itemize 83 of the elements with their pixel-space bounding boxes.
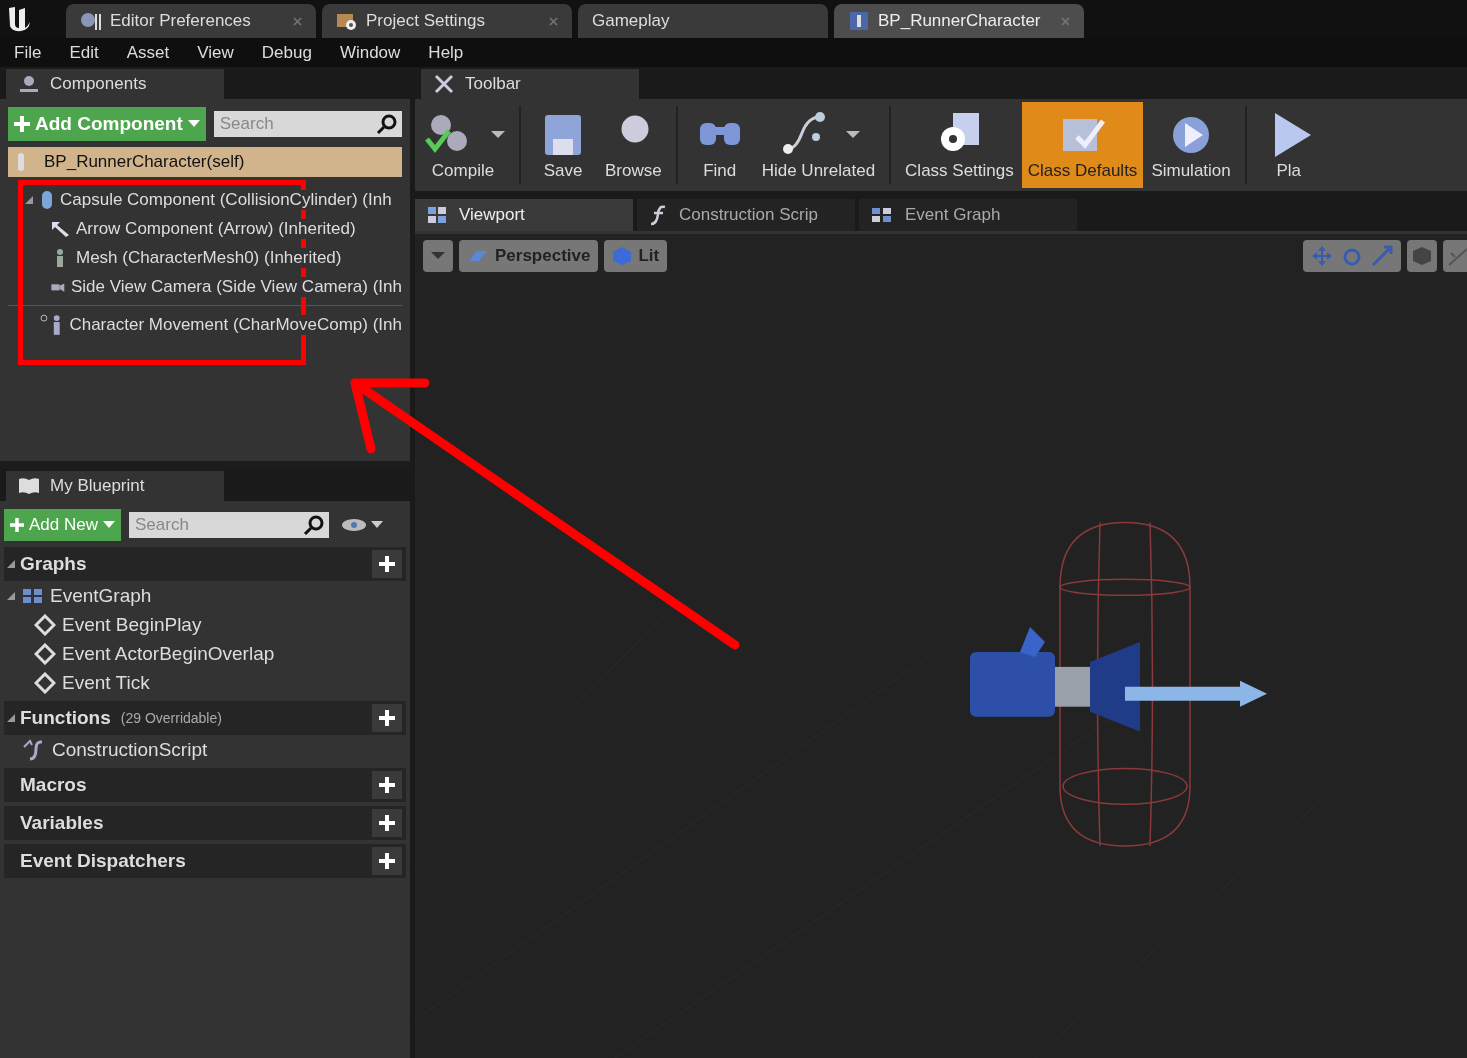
transform-toolbar[interactable] [1303, 240, 1401, 272]
menu-item[interactable]: View [183, 42, 248, 63]
cube-icon [612, 246, 633, 266]
graph-icon [871, 207, 893, 223]
diamond-icon [34, 642, 56, 665]
caret-icon [431, 252, 445, 260]
toolbar-button[interactable]: Find [685, 102, 754, 188]
tree-item[interactable]: Mesh (CharacterMesh0) (Inherited) [8, 243, 402, 272]
menu-item[interactable]: File [14, 42, 56, 63]
components-icon [18, 74, 40, 94]
toolbar-button[interactable]: Browse [599, 102, 668, 188]
panel-tab[interactable]: Components [6, 69, 224, 99]
editor-tab[interactable]: Viewport [415, 199, 633, 231]
plus-icon [14, 116, 30, 132]
graph-item[interactable]: Event BeginPlay [4, 610, 406, 639]
section-header[interactable]: Functions (29 Overridable) [4, 701, 406, 735]
search-icon [303, 514, 325, 536]
capsule-icon [16, 152, 26, 172]
add-icon[interactable] [372, 704, 402, 732]
add-icon[interactable] [372, 847, 402, 875]
editor-tab[interactable]: Gameplay [578, 4, 828, 38]
toolbar-button[interactable]: Class Settings [899, 102, 1020, 188]
diamond-icon [34, 671, 56, 694]
section-header[interactable]: Variables [4, 806, 406, 840]
panel-tab[interactable]: Toolbar [421, 69, 639, 99]
sliders-icon [80, 10, 102, 32]
cube-icon [1411, 245, 1433, 267]
editor-tab[interactable]: Construction Scrip [637, 199, 855, 231]
viewport-options-button[interactable] [423, 240, 453, 272]
menu-item[interactable]: Edit [55, 42, 113, 63]
graph-item[interactable]: ConstructionScript [4, 735, 406, 764]
viewport-canvas[interactable]: Perspective Lit [415, 231, 1467, 1058]
eye-dropdown-icon[interactable] [341, 516, 385, 534]
toolbar-button[interactable]: Save [529, 102, 597, 188]
blueprint-icon [848, 10, 870, 32]
toolbar-button[interactable]: Compile [415, 102, 511, 188]
section-header[interactable]: Event Dispatchers [4, 844, 406, 878]
add-icon[interactable] [372, 809, 402, 837]
tree-root-item[interactable]: BP_RunnerCharacter(self) [8, 147, 402, 177]
toolbar-button[interactable]: Class Defaults [1021, 102, 1144, 188]
search-field[interactable]: Search [129, 512, 329, 538]
book-icon [18, 476, 40, 496]
view-mode-button[interactable]: Perspective [459, 240, 599, 272]
search-icon [376, 113, 398, 135]
menu-item[interactable]: Debug [247, 42, 326, 63]
graph-item[interactable]: EventGraph [4, 581, 406, 610]
move-icon[interactable] [1311, 245, 1333, 267]
menu-item[interactable]: Help [414, 42, 478, 63]
add-icon[interactable] [372, 771, 402, 799]
panel-tab[interactable]: My Blueprint [6, 471, 224, 501]
perspective-plane-icon [467, 249, 489, 263]
capsule-icon [40, 189, 54, 210]
toolbar-button[interactable]: Simulation [1145, 102, 1237, 188]
cube-view-button[interactable] [1407, 240, 1437, 272]
close-icon[interactable] [549, 16, 558, 26]
lighting-button[interactable]: Lit [604, 240, 668, 272]
caret-icon [103, 521, 115, 529]
snap-button[interactable] [1443, 240, 1467, 272]
close-icon[interactable] [1061, 16, 1070, 26]
plus-icon [10, 518, 24, 532]
section-header[interactable]: Macros [4, 768, 406, 802]
snap-icon [1447, 245, 1467, 267]
section-header[interactable]: Graphs [4, 547, 406, 581]
editor-tab[interactable]: Project Settings [322, 4, 572, 38]
function-icon [649, 204, 667, 226]
window-grid-icon [427, 206, 447, 224]
graph-icon [22, 587, 44, 604]
caret-icon [187, 120, 200, 128]
close-icon[interactable] [293, 16, 302, 26]
diamond-icon [34, 613, 56, 636]
toolbar-button[interactable]: Hide Unrelated [755, 102, 882, 188]
editor-tab[interactable]: BP_RunnerCharacter [834, 4, 1084, 38]
graph-item[interactable]: Event ActorBeginOverlap [4, 639, 406, 668]
scale-icon[interactable] [1371, 245, 1393, 267]
arrow-icon [50, 219, 70, 238]
menu-item[interactable]: Asset [112, 42, 184, 63]
editor-tab[interactable]: Event Graph [859, 199, 1077, 231]
search-field[interactable]: Search [213, 111, 402, 137]
editor-tab[interactable]: Editor Preferences [66, 4, 316, 38]
add-icon[interactable] [372, 550, 402, 578]
graph-item[interactable]: Event Tick [4, 668, 406, 697]
menu-item[interactable]: Window [325, 42, 415, 63]
toolbar-button[interactable]: Pla [1254, 102, 1323, 188]
